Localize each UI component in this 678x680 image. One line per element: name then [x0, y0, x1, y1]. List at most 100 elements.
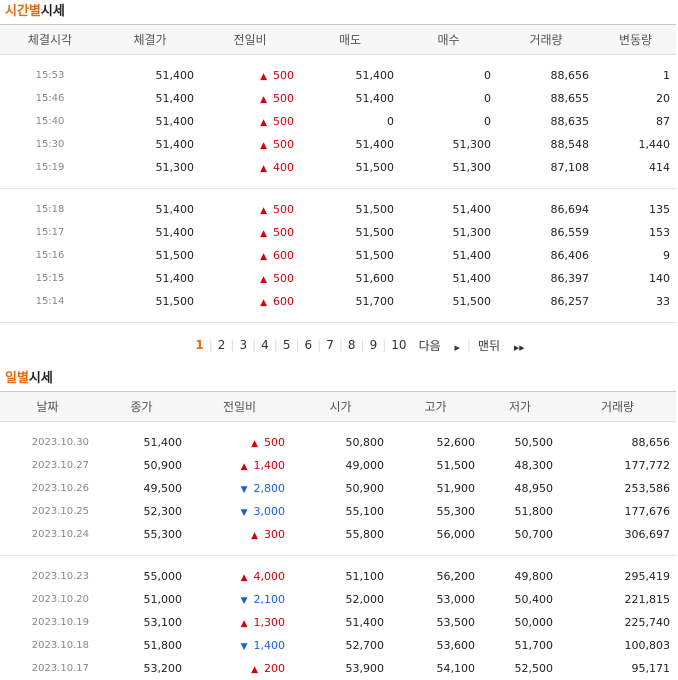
price-cell: 51,400 [155, 226, 195, 239]
col-header: 매수 [400, 24, 497, 55]
last-page-link[interactable]: 맨뒤 ▶▶ [471, 337, 532, 354]
time-cell: 15:14 [35, 296, 65, 307]
col-header: 종가 [95, 391, 188, 422]
page-link-5[interactable]: 5 [278, 338, 296, 352]
date-cell: 2023.10.23 [31, 571, 89, 582]
caret-right-icon: ▶ [454, 343, 460, 352]
change-value: 2,100 [253, 593, 286, 606]
delta-cell: 135 [649, 203, 670, 216]
change-cell: ▲ 600 [200, 244, 300, 267]
buy-cell: 51,400 [452, 249, 492, 262]
last-label: 맨뒤 [477, 338, 501, 353]
change-cell: ▲ 500 [200, 64, 300, 87]
volume-cell: 177,772 [624, 459, 671, 472]
time-cell: 15:30 [35, 139, 65, 150]
triangle-up-icon: ▲ [260, 298, 267, 308]
col-header: 체결시각 [0, 24, 100, 55]
triangle-up-icon: ▲ [260, 206, 267, 216]
time-table-header: 체결시각 체결가 전일비 매도 매수 거래량 변동량 [0, 24, 676, 55]
table-row: 15:19 51,300 ▲ 400 51,500 51,300 87,108 414 [0, 156, 676, 179]
change-value: 400 [273, 161, 294, 174]
sell-cell: 51,700 [355, 295, 395, 308]
volume-cell: 225,740 [624, 616, 671, 629]
volume-cell: 86,397 [550, 272, 590, 285]
triangle-up-icon: ▲ [251, 531, 258, 541]
next-page-link[interactable]: 다음 ▶ [412, 337, 467, 354]
triangle-up-icon: ▲ [240, 462, 248, 472]
triangle-up-icon: ▲ [251, 439, 258, 449]
time-cell: 15:19 [35, 162, 65, 173]
volume-cell: 221,815 [624, 593, 671, 606]
volume-cell: 253,586 [624, 482, 671, 495]
open-cell: 53,900 [345, 662, 385, 675]
volume-cell: 95,171 [631, 662, 671, 675]
page-link-9[interactable]: 9 [365, 338, 383, 352]
low-cell: 50,700 [514, 528, 554, 541]
table-row: 2023.10.20 51,000 ▼ 2,100 52,000 53,000 50,400… [0, 588, 676, 611]
open-cell: 55,800 [345, 528, 385, 541]
sell-cell: 51,400 [355, 92, 395, 105]
page-link-3[interactable]: 3 [234, 338, 252, 352]
time-cell: 15:53 [35, 70, 65, 81]
date-cell: 2023.10.17 [31, 663, 89, 674]
close-cell: 53,200 [143, 662, 183, 675]
open-cell: 52,000 [345, 593, 385, 606]
buy-cell: 51,400 [452, 203, 492, 216]
change-value: 3,000 [253, 505, 286, 518]
volume-cell: 177,676 [624, 505, 671, 518]
delta-cell: 140 [649, 272, 670, 285]
change-value: 500 [273, 203, 294, 216]
page-link-7[interactable]: 7 [321, 338, 339, 352]
table-row: 2023.10.19 53,100 ▲ 1,300 51,400 53,500 50,000… [0, 611, 676, 634]
buy-cell: 51,300 [452, 138, 492, 151]
change-value: 500 [264, 436, 285, 449]
table-row: 2023.10.25 52,300 ▼ 3,000 55,100 55,300 51,800… [0, 500, 676, 523]
table-row: 15:46 51,400 ▲ 500 51,400 0 88,655 20 [0, 87, 676, 110]
page-link-8[interactable]: 8 [343, 338, 361, 352]
triangle-up-icon: ▲ [260, 72, 267, 82]
sell-cell: 51,600 [355, 272, 395, 285]
delta-cell: 33 [656, 295, 670, 308]
change-value: 500 [273, 138, 294, 151]
page-link-1[interactable]: 1 [190, 338, 208, 352]
triangle-up-icon: ▲ [260, 229, 267, 239]
close-cell: 50,900 [143, 459, 183, 472]
price-cell: 51,400 [155, 115, 195, 128]
change-value: 500 [273, 69, 294, 82]
low-cell: 48,950 [514, 482, 554, 495]
page-link-2[interactable]: 2 [213, 338, 231, 352]
change-value: 500 [273, 115, 294, 128]
sell-cell: 51,500 [355, 249, 395, 262]
page-link-4[interactable]: 4 [256, 338, 274, 352]
change-value: 600 [273, 295, 294, 308]
daily-title-rest: 시세 [28, 371, 53, 386]
col-header: 전일비 [200, 24, 300, 55]
triangle-up-icon: ▲ [260, 118, 267, 128]
table-row: 2023.10.30 51,400 ▲ 500 50,800 52,600 50,500 88… [0, 431, 676, 454]
change-cell: ▲ 400 [200, 156, 300, 179]
volume-cell: 86,257 [550, 295, 590, 308]
delta-cell: 87 [656, 115, 670, 128]
buy-cell: 0 [484, 92, 491, 105]
page-link-6[interactable]: 6 [300, 338, 318, 352]
buy-cell: 51,300 [452, 161, 492, 174]
low-cell: 50,500 [514, 436, 554, 449]
change-cell: ▲ 500 [200, 198, 300, 221]
price-cell: 51,400 [155, 138, 195, 151]
time-title-highlight: 시간별 [5, 4, 41, 19]
change-value: 1,400 [253, 459, 286, 472]
volume-cell: 88,548 [550, 138, 590, 151]
close-cell: 51,000 [143, 593, 183, 606]
price-cell: 51,400 [155, 92, 195, 105]
high-cell: 53,600 [436, 639, 476, 652]
table-row: 2023.10.27 50,900 ▲ 1,400 49,000 51,500 48,300… [0, 454, 676, 477]
page-link-10[interactable]: 10 [386, 338, 411, 352]
next-label: 다음 [418, 338, 441, 353]
delta-cell: 1 [663, 69, 670, 82]
time-cell: 15:17 [35, 227, 65, 238]
col-header: 시가 [291, 391, 390, 422]
time-title-rest: 시세 [40, 4, 65, 19]
close-cell: 51,400 [143, 436, 183, 449]
triangle-up-icon: ▲ [240, 573, 248, 583]
buy-cell: 0 [484, 115, 491, 128]
